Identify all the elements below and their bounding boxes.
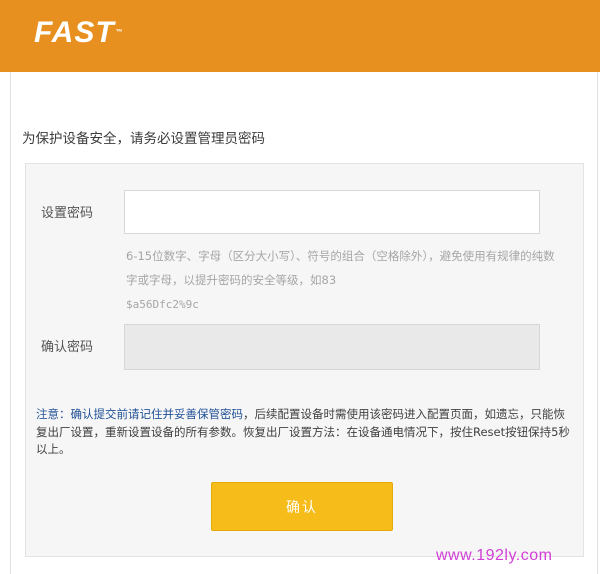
password-hint: 6-15位数字、字母（区分大小写）、符号的组合（空格除外），避免使用有规律的纯数…: [126, 244, 556, 317]
password-example: $a56Dfc2%9c: [126, 298, 199, 311]
page-headline: 为保护设备安全，请务必设置管理员密码: [22, 131, 265, 147]
note-emphasis: 确认提交前请记住并妥善保管密码: [70, 407, 244, 421]
password-label: 设置密码: [41, 206, 94, 221]
confirm-password-label: 确认密码: [41, 340, 94, 355]
fast-logo: FAST™: [34, 16, 124, 50]
warning-note: 注意：确认提交前请记住并妥善保管密码，后续配置设备时需使用该密码进入配置页面，如…: [36, 406, 576, 459]
page-border-left: [10, 72, 11, 574]
note-label: 注意：: [36, 407, 71, 421]
logo-text: FAST: [34, 16, 115, 49]
trademark-mark: ™: [115, 29, 124, 36]
password-hint-text: 6-15位数字、字母（区分大小写）、符号的组合（空格除外），避免使用有规律的纯数…: [126, 249, 555, 287]
site-watermark: www.192ly.com: [436, 547, 553, 564]
confirm-password-input[interactable]: [124, 324, 540, 370]
confirm-button[interactable]: 确认: [211, 482, 393, 531]
password-input[interactable]: [124, 190, 540, 234]
page-border-right: [597, 72, 598, 574]
header-bar: FAST™: [0, 0, 600, 72]
password-setup-panel: 设置密码 6-15位数字、字母（区分大小写）、符号的组合（空格除外），避免使用有…: [25, 163, 584, 557]
